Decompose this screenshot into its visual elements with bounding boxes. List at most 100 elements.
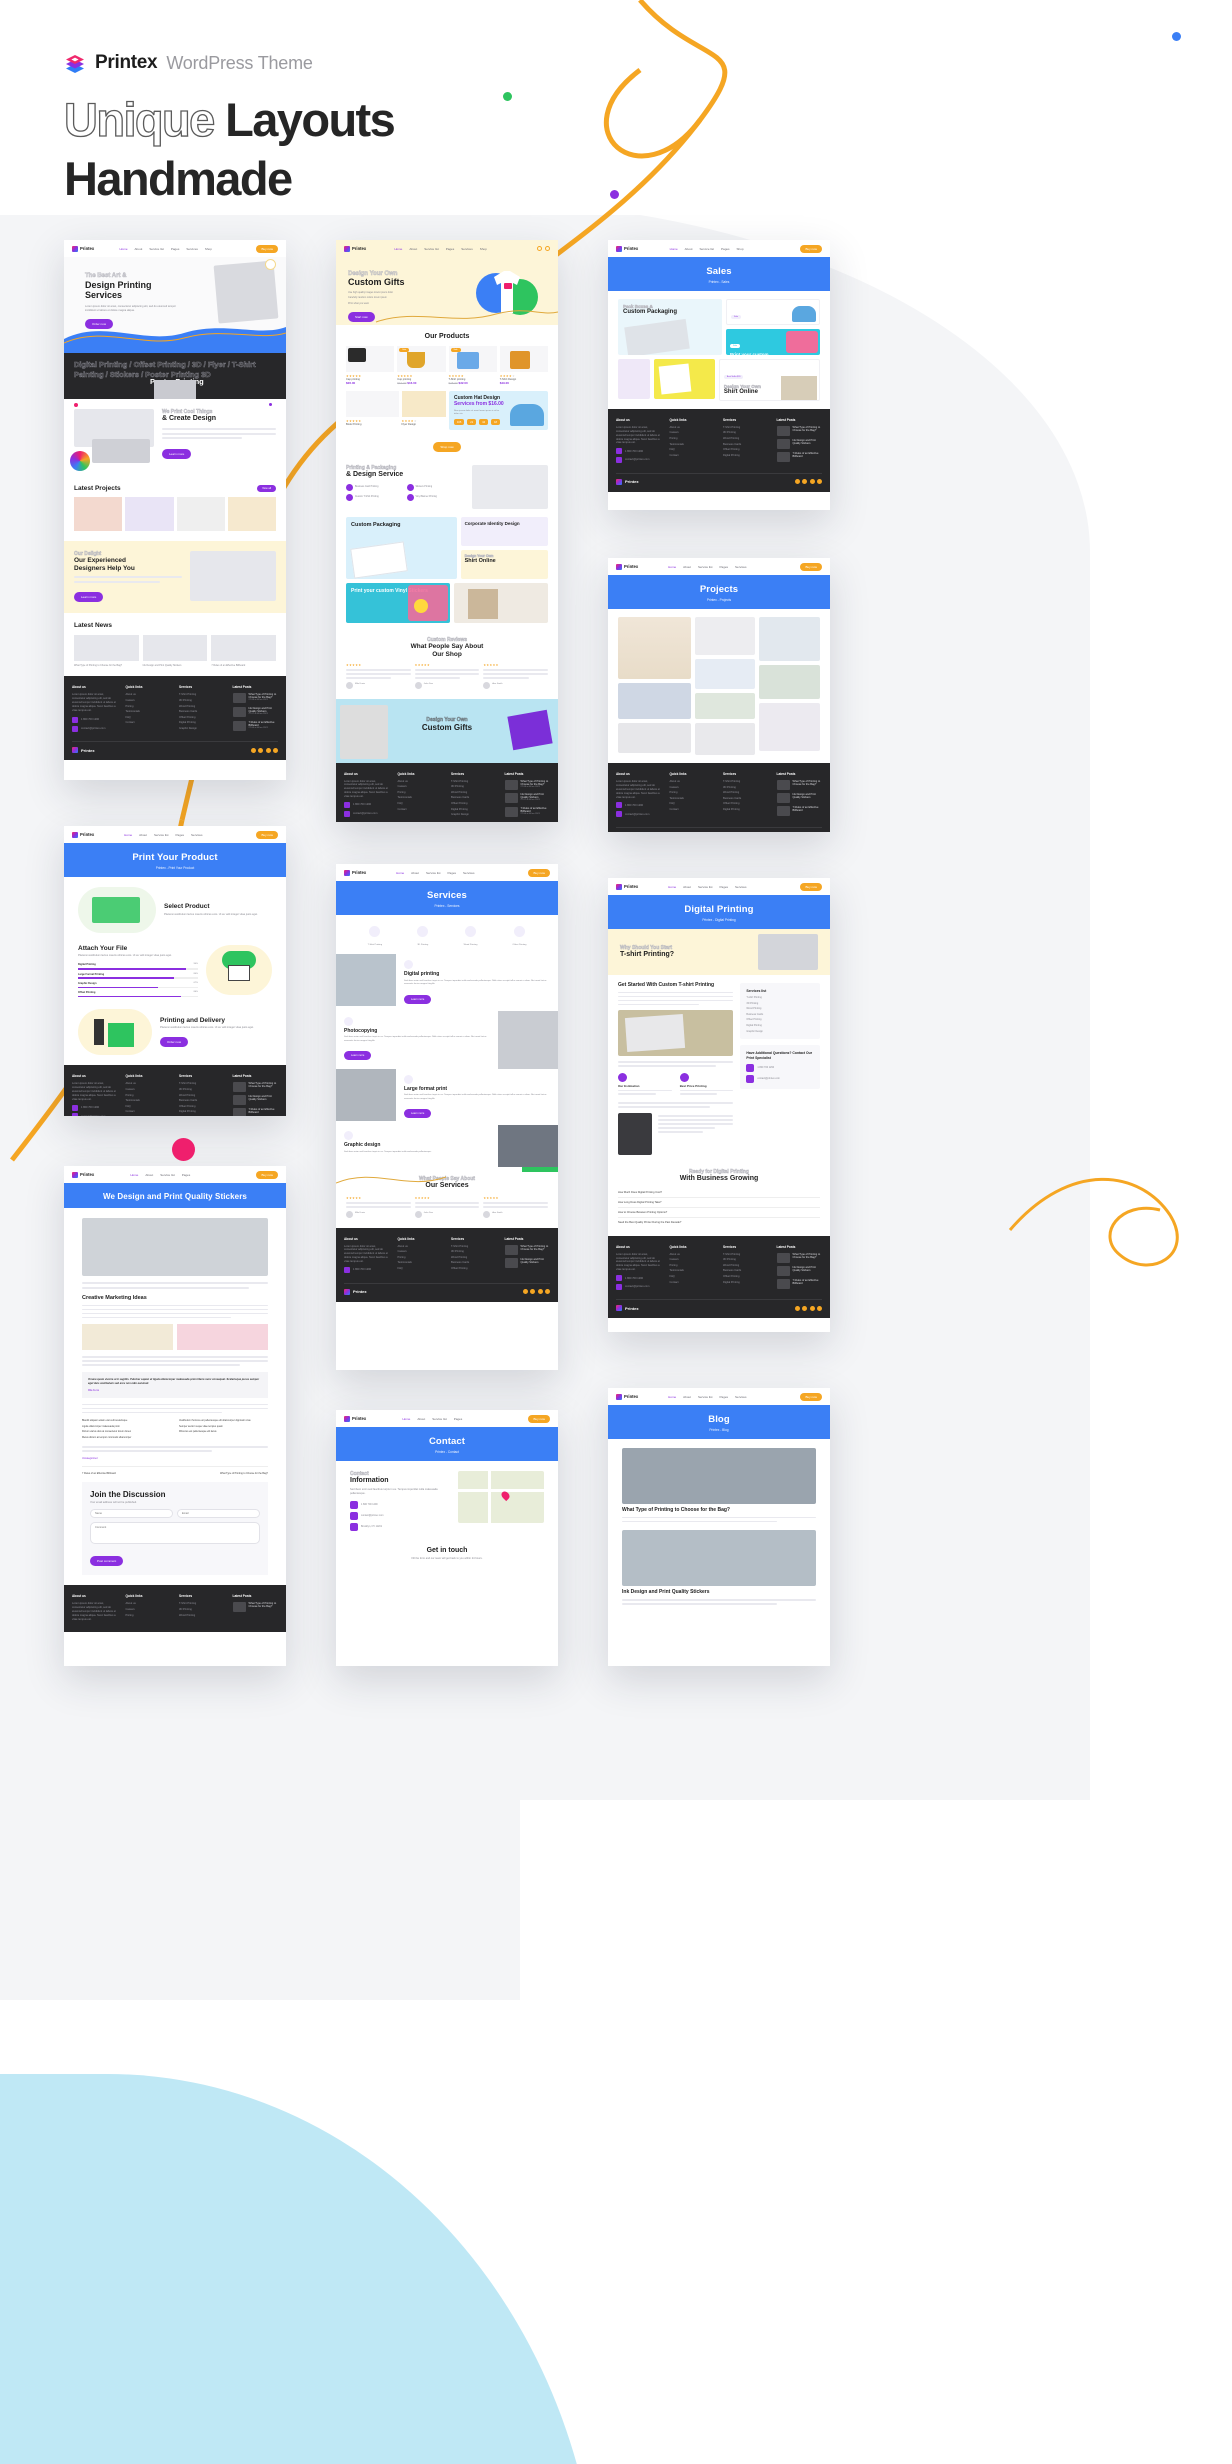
widget-link[interactable]: Graphic Design xyxy=(746,1030,814,1034)
contact-map[interactable] xyxy=(458,1471,544,1523)
mockup-card-blog[interactable]: Printex Home About Service list Pages Se… xyxy=(608,1388,830,1666)
sales-tile-hat[interactable]: Sale Custom Hat Design Services From $16… xyxy=(726,299,820,325)
nav-link-services[interactable]: Services xyxy=(735,565,747,569)
widget-link[interactable]: Wood Printing xyxy=(746,1007,814,1011)
sales-tile-yellow[interactable] xyxy=(654,359,715,399)
footer-link[interactable]: Wood Printing xyxy=(451,791,497,794)
mini-navbar[interactable]: Printex Home About Service list Pages Se… xyxy=(336,240,558,257)
footer-link[interactable]: Testimonials xyxy=(126,1099,172,1102)
mini-logo[interactable]: Printex xyxy=(616,883,638,890)
footer-post[interactable]: Ink Design and Print Quality Stickers xyxy=(776,793,823,803)
nav-cta-button[interactable]: Buy now xyxy=(528,1414,550,1423)
mockup-card-contact[interactable]: Printex Home About Service list Pages Bu… xyxy=(336,1410,558,1666)
tile-custom-packaging[interactable]: Custom Packaging xyxy=(346,517,457,580)
nav-link-service-list[interactable]: Service list xyxy=(698,885,713,889)
nav-link-about[interactable]: About xyxy=(409,247,417,251)
nav-link-home[interactable]: Home xyxy=(668,1395,676,1399)
nav-link-about[interactable]: About xyxy=(411,871,419,875)
footer-email[interactable]: contact@printex.com xyxy=(625,813,649,816)
footer-link[interactable]: Careers xyxy=(126,1608,172,1611)
footer-link[interactable]: About us xyxy=(398,780,444,783)
nav-link-about[interactable]: About xyxy=(683,1395,691,1399)
footer-link[interactable]: 3D Printing xyxy=(723,1258,769,1261)
nav-link-service-list[interactable]: Service list xyxy=(698,565,713,569)
project-tile[interactable] xyxy=(694,693,756,719)
footer-link[interactable]: Pricing xyxy=(126,705,172,708)
mini-navbar[interactable]: Printex Home About Service list Pages Sh… xyxy=(608,240,830,257)
mockup-card-digital-printing[interactable]: Printex Home About Service list Pages Se… xyxy=(608,878,830,1332)
widget-link[interactable]: T-shirt Printing xyxy=(746,996,814,1000)
nav-link-service-list[interactable]: Service list xyxy=(698,1395,713,1399)
footer-social-links[interactable] xyxy=(250,747,278,753)
post-next-link[interactable]: What Type of Printing to Choose for the … xyxy=(179,1472,268,1475)
footer-link[interactable]: Careers xyxy=(670,1258,716,1261)
nav-link-service-list[interactable]: Service list xyxy=(700,247,715,251)
footer-post[interactable]: What Type of Printing to Choose for the … xyxy=(232,693,279,704)
footer-phone[interactable]: 1 800 700 1290 xyxy=(625,1277,643,1280)
footer-link[interactable]: T-Shirt Printing xyxy=(723,426,769,429)
footer-link[interactable]: Digital Printing xyxy=(451,808,497,811)
footer-link[interactable]: Offset Printing xyxy=(451,1267,497,1270)
mini-logo[interactable]: Printex xyxy=(344,245,366,252)
footer-link[interactable]: Offset Printing xyxy=(723,448,769,451)
mini-navbar[interactable]: Printex Home About Service list Pages Se… xyxy=(336,864,558,881)
product-card[interactable]: Sale ★★★★★ Cup printing $19.00 $16.00 xyxy=(397,346,446,385)
nav-link-about[interactable]: About xyxy=(139,833,147,837)
mini-logo[interactable]: Printex xyxy=(72,245,94,252)
footer-link[interactable]: T-Shirt Printing xyxy=(179,1602,225,1605)
footer-social-links[interactable] xyxy=(794,479,822,485)
faq-item[interactable]: How Much Does Digital Printing Cost? xyxy=(618,1188,820,1198)
nav-link-home[interactable]: Home xyxy=(394,247,402,251)
footer-link[interactable]: T-Shirt Printing xyxy=(723,1253,769,1256)
footer-post[interactable]: 7 Rules of an Effective Billboard xyxy=(776,806,823,816)
mini-logo[interactable]: Printex xyxy=(616,563,638,570)
comment-name-input[interactable] xyxy=(90,1509,173,1519)
mini-nav-links[interactable]: Home About Service list Pages Services xyxy=(668,565,746,569)
footer-email[interactable]: contact@printex.com xyxy=(81,727,105,730)
mini-logo[interactable]: Printex xyxy=(72,1171,94,1178)
footer-link[interactable]: Contact xyxy=(670,454,716,457)
sales-tile-vinyl[interactable]: Sale Print your custom Vinyl Stickers Fr… xyxy=(726,329,820,355)
nav-link-service-list[interactable]: Service list xyxy=(149,247,164,251)
nav-link-about[interactable]: About xyxy=(683,885,691,889)
project-tile[interactable] xyxy=(694,723,756,755)
widget-link[interactable]: 3D Printing xyxy=(746,1002,814,1006)
mini-logo[interactable]: Printex xyxy=(344,1415,366,1422)
footer-link[interactable]: Testimonials xyxy=(670,1269,716,1272)
product-card[interactable]: ★★★★★ T-Shirt Design $49.00 xyxy=(499,346,548,385)
footer-link[interactable]: Offset Printing xyxy=(451,802,497,805)
footer-email[interactable]: contact@printex.com xyxy=(353,812,377,815)
learn-more-button[interactable]: Learn more xyxy=(404,1108,432,1118)
footer-link[interactable]: Wood Printing xyxy=(179,1614,225,1617)
footer-phone[interactable]: 1 800 700 1290 xyxy=(625,450,643,453)
post-category[interactable]: Uncategorized xyxy=(82,1457,268,1460)
footer-link[interactable]: Wood Printing xyxy=(723,1264,769,1267)
footer-link[interactable]: About us xyxy=(670,426,716,429)
footer-link[interactable]: Offset Printing xyxy=(723,1275,769,1278)
tile-vinyl-stickers[interactable]: Print your custom Vinyl Stickers xyxy=(346,583,450,624)
footer-link[interactable]: T-Shirt Printing xyxy=(451,1245,497,1248)
nav-cta-button[interactable]: Buy now xyxy=(800,1392,822,1401)
nav-link-pages[interactable]: Pages xyxy=(720,885,729,889)
mockup-card-stickers-post[interactable]: Printex Home About Service list Pages Bu… xyxy=(64,1166,286,1666)
mini-navbar[interactable]: Printex Home About Service list Pages Se… xyxy=(64,826,286,843)
nav-link-service-list[interactable]: Service list xyxy=(154,833,169,837)
footer-phone[interactable]: 1 800 700 1290 xyxy=(625,804,643,807)
nav-link-services[interactable]: Services xyxy=(461,247,473,251)
footer-link[interactable]: Wood Printing xyxy=(723,437,769,440)
footer-link[interactable]: Careers xyxy=(398,785,444,788)
footer-link[interactable]: Digital Printing xyxy=(723,454,769,457)
nav-link-pages[interactable]: Pages xyxy=(446,247,455,251)
footer-link[interactable]: Offset Printing xyxy=(179,1105,225,1108)
nav-link-home[interactable]: Home xyxy=(119,247,127,251)
footer-link[interactable]: 3D Printing xyxy=(451,785,497,788)
footer-link[interactable]: About us xyxy=(398,1245,444,1248)
shop-now-button[interactable]: Shop now xyxy=(433,442,461,453)
create-design-button[interactable]: Learn more xyxy=(162,448,192,459)
comment-textarea[interactable] xyxy=(90,1522,260,1545)
footer-link[interactable]: Pricing xyxy=(398,1256,444,1259)
footer-link[interactable]: FAQ xyxy=(398,1267,444,1270)
footer-link[interactable]: Careers xyxy=(126,699,172,702)
nav-link-home[interactable]: Home xyxy=(670,247,678,251)
footer-link[interactable]: Testimonials xyxy=(670,797,716,800)
